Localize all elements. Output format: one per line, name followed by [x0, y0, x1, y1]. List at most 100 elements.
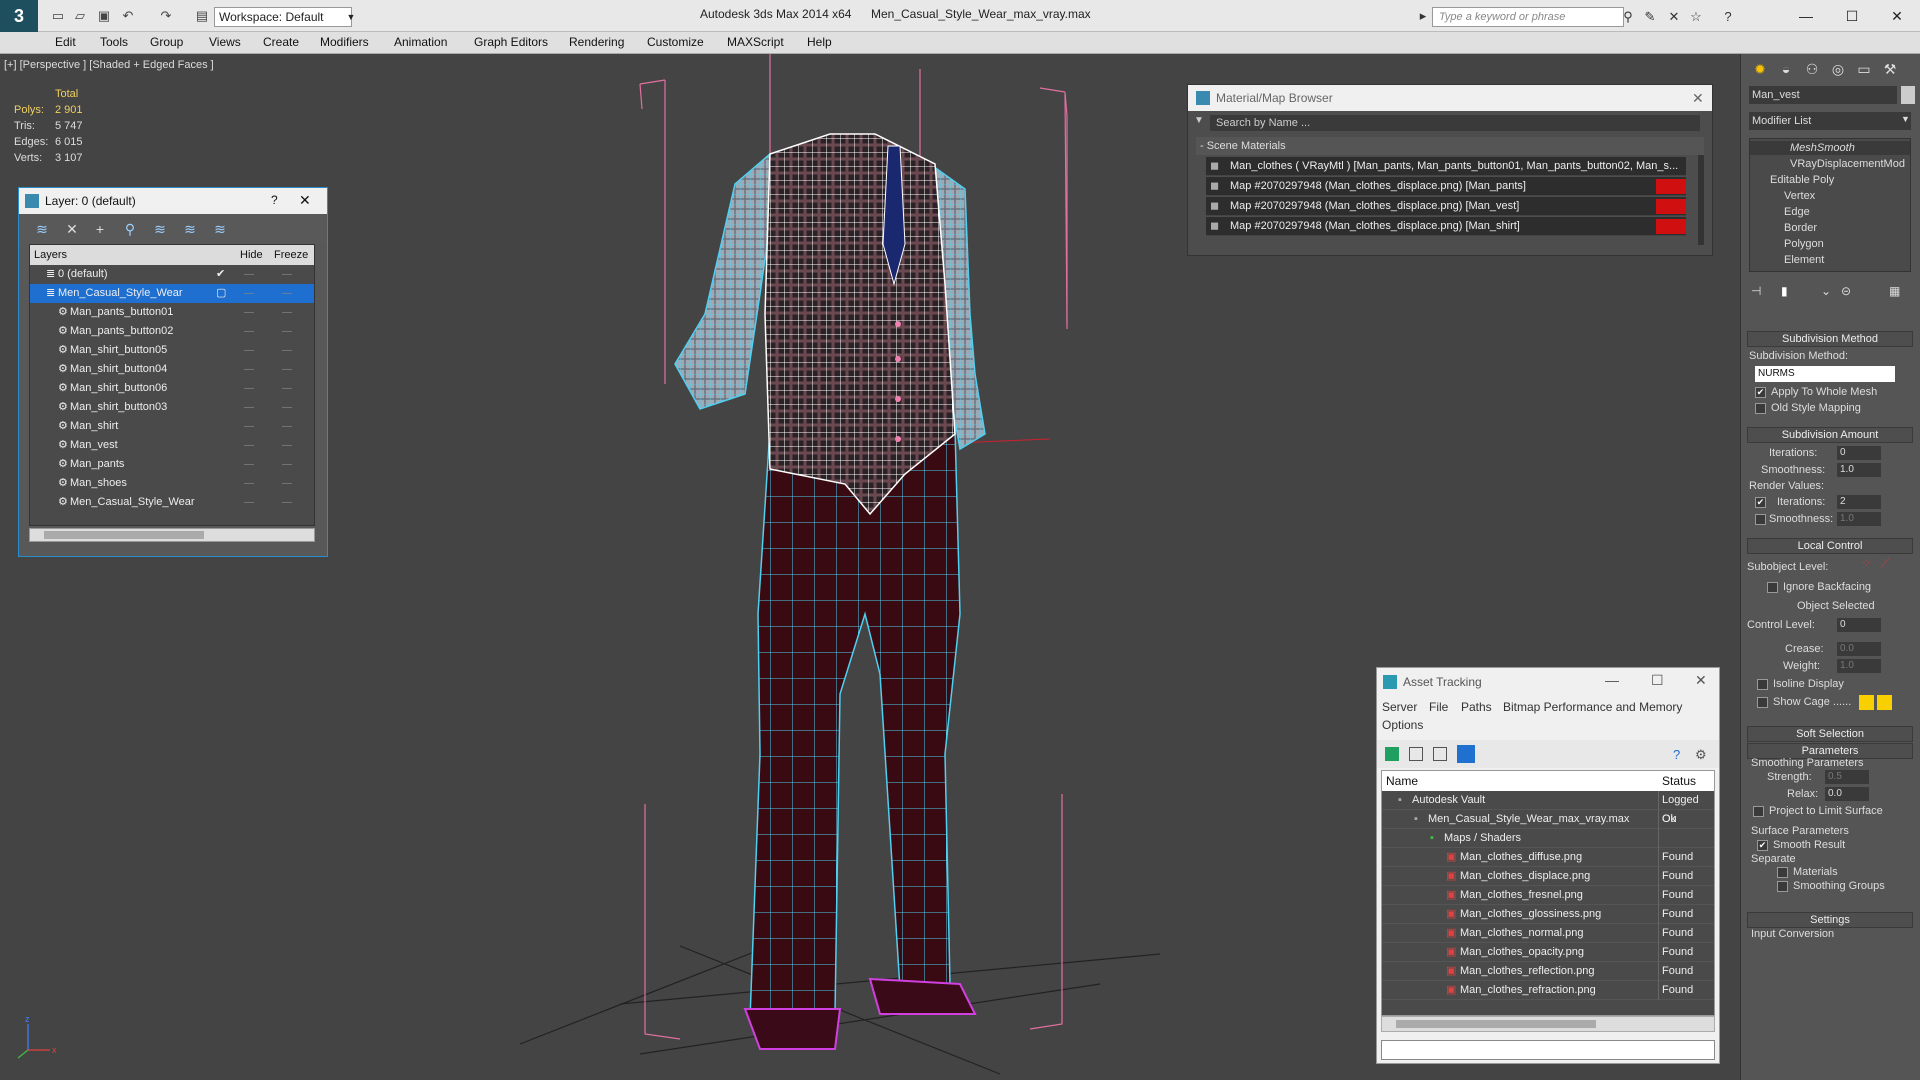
- hide-toggle[interactable]: —: [244, 455, 254, 474]
- freeze-toggle[interactable]: —: [282, 474, 292, 493]
- modify-tab-icon[interactable]: ◒: [1775, 58, 1797, 80]
- display-tab-icon[interactable]: ▭: [1853, 58, 1875, 80]
- shoe-left-mesh[interactable]: [743, 1008, 842, 1050]
- column-name[interactable]: Name: [1386, 774, 1418, 788]
- render-smoothness-checkbox[interactable]: [1755, 514, 1766, 525]
- menu-paths[interactable]: Paths: [1461, 700, 1492, 714]
- help-icon[interactable]: ?: [1720, 9, 1736, 25]
- undo-icon[interactable]: ↶: [120, 8, 136, 24]
- scroll-thumb[interactable]: [1396, 1020, 1596, 1028]
- open-file-icon[interactable]: ▱: [72, 8, 88, 24]
- configure-sets-icon[interactable]: ▦: [1889, 284, 1900, 298]
- freeze-toggle[interactable]: —: [282, 455, 292, 474]
- options-menu-icon[interactable]: ▼: [1194, 115, 1204, 126]
- expand-arrow-icon[interactable]: ▸: [1418, 8, 1428, 24]
- pants-mesh[interactable]: [749, 428, 961, 1020]
- object-name-field[interactable]: Man_vest: [1749, 86, 1897, 104]
- hierarchy-tab-icon[interactable]: ⚇: [1801, 58, 1823, 80]
- freeze-toggle[interactable]: —: [282, 341, 292, 360]
- freeze-toggle[interactable]: —: [282, 493, 292, 512]
- menu-animation[interactable]: Animation: [394, 35, 447, 49]
- freeze-toggle[interactable]: —: [282, 265, 292, 284]
- freeze-toggle[interactable]: —: [282, 436, 292, 455]
- freeze-toggle[interactable]: —: [282, 379, 292, 398]
- utilities-tab-icon[interactable]: ⚒: [1879, 58, 1901, 80]
- asset-row[interactable]: ▪ Maps / Shaders: [1382, 829, 1714, 848]
- asset-row[interactable]: ▣ Man_clothes_fresnel.png Found: [1382, 886, 1714, 905]
- motion-tab-icon[interactable]: ◎: [1827, 58, 1849, 80]
- smoothing-groups-checkbox[interactable]: [1777, 881, 1788, 892]
- project-folder-icon[interactable]: ▤: [194, 8, 210, 24]
- chevron-down-icon[interactable]: ▼: [344, 7, 358, 27]
- layer-dialog-title[interactable]: Layer: 0 (default): [19, 188, 327, 214]
- asset-tracking-title[interactable]: Asset Tracking: [1377, 668, 1719, 696]
- isoline-display-checkbox[interactable]: [1757, 679, 1768, 690]
- freeze-toggle[interactable]: —: [282, 284, 292, 303]
- stack-item-element[interactable]: Element: [1784, 254, 1824, 266]
- hide-toggle[interactable]: —: [244, 322, 254, 341]
- help-icon[interactable]: ?: [1673, 747, 1680, 762]
- close-icon[interactable]: ✕: [1695, 672, 1707, 689]
- control-level-spinner[interactable]: 0: [1837, 618, 1881, 632]
- minimize-button[interactable]: —: [1783, 0, 1829, 32]
- stack-item-vertex[interactable]: Vertex: [1784, 190, 1815, 202]
- vest-mesh[interactable]: [764, 133, 956, 516]
- remove-modifier-icon[interactable]: ⊝: [1841, 284, 1851, 298]
- crease-spinner[interactable]: 0.0: [1837, 642, 1881, 656]
- layer-scrollbar[interactable]: [29, 528, 315, 542]
- render-smoothness-spinner[interactable]: 1.0: [1837, 512, 1881, 526]
- save-icon[interactable]: ▣: [96, 8, 112, 24]
- modifier-list-dropdown[interactable]: Modifier List: [1749, 112, 1911, 130]
- scroll-thumb[interactable]: [44, 531, 204, 539]
- stack-item-polygon[interactable]: Polygon: [1784, 238, 1824, 250]
- menu-create[interactable]: Create: [263, 35, 299, 49]
- edge-level-icon[interactable]: ⟋: [1881, 556, 1889, 571]
- hide-toggle[interactable]: —: [244, 436, 254, 455]
- hide-toggle[interactable]: —: [244, 303, 254, 322]
- layer-row[interactable]: ⚙ Man_vest — —: [30, 436, 314, 455]
- menu-group[interactable]: Group: [150, 35, 183, 49]
- menu-server[interactable]: Server: [1382, 700, 1417, 714]
- app-logo-icon[interactable]: 3: [0, 0, 38, 32]
- layer-row[interactable]: ⚙ Man_pants_button02 — —: [30, 322, 314, 341]
- binoculars-icon[interactable]: ⚲: [1620, 9, 1636, 25]
- subdivision-method-select[interactable]: NURMS: [1755, 366, 1895, 382]
- layer-row[interactable]: ⚙ Man_shirt_button06 — —: [30, 379, 314, 398]
- rollout-subdivision-method[interactable]: Subdivision Method: [1747, 331, 1913, 347]
- search-input[interactable]: Type a keyword or phrase: [1432, 7, 1624, 27]
- layer-row[interactable]: ≣ 0 (default) — — ✔: [30, 265, 314, 284]
- redo-icon[interactable]: ↷: [158, 8, 174, 24]
- hide-toggle[interactable]: —: [244, 398, 254, 417]
- asset-row[interactable]: ▣ Man_clothes_diffuse.png Found: [1382, 848, 1714, 867]
- menu-customize[interactable]: Customize: [647, 35, 704, 49]
- asset-scrollbar[interactable]: [1381, 1016, 1715, 1032]
- material-browser-title[interactable]: Material/Map Browser: [1188, 85, 1712, 111]
- hide-toggle[interactable]: —: [244, 284, 254, 303]
- stack-item-vraydisplacement[interactable]: VRayDisplacementMod: [1790, 158, 1905, 170]
- close-icon[interactable]: ✕: [299, 192, 311, 209]
- pin-stack-icon[interactable]: ⊣: [1751, 284, 1761, 298]
- stack-item-meshsmooth[interactable]: MeshSmooth: [1790, 142, 1855, 154]
- menu-views[interactable]: Views: [209, 35, 241, 49]
- material-search-input[interactable]: Search by Name ...: [1210, 115, 1700, 131]
- create-layer-icon[interactable]: ≋: [33, 220, 51, 238]
- shoe-right-mesh[interactable]: [868, 977, 977, 1015]
- minimize-button[interactable]: —: [1605, 672, 1619, 688]
- rollout-settings[interactable]: Settings: [1747, 912, 1913, 928]
- show-end-result-icon[interactable]: ▮: [1781, 284, 1788, 298]
- layer-row[interactable]: ≣ Men_Casual_Style_Wear — — ▢: [30, 284, 314, 303]
- freeze-toggle[interactable]: —: [282, 303, 292, 322]
- show-cage-checkbox[interactable]: [1757, 697, 1768, 708]
- column-status[interactable]: Status: [1662, 774, 1696, 788]
- shirt-sleeve-left-mesh[interactable]: [674, 152, 771, 410]
- hide-toggle[interactable]: —: [244, 493, 254, 512]
- grid-view-icon[interactable]: [1457, 745, 1475, 763]
- menu-rendering[interactable]: Rendering: [569, 35, 624, 49]
- hide-toggle[interactable]: —: [244, 474, 254, 493]
- create-tab-icon[interactable]: ✹: [1749, 58, 1771, 80]
- asset-row[interactable]: ▪ Men_Casual_Style_Wear_max_vray.max Ok: [1382, 810, 1714, 829]
- hide-toggle[interactable]: —: [244, 379, 254, 398]
- material-scrollbar[interactable]: [1698, 155, 1704, 245]
- delete-layer-icon[interactable]: ✕: [63, 220, 81, 238]
- layer-row[interactable]: ⚙ Man_shirt_button05 — —: [30, 341, 314, 360]
